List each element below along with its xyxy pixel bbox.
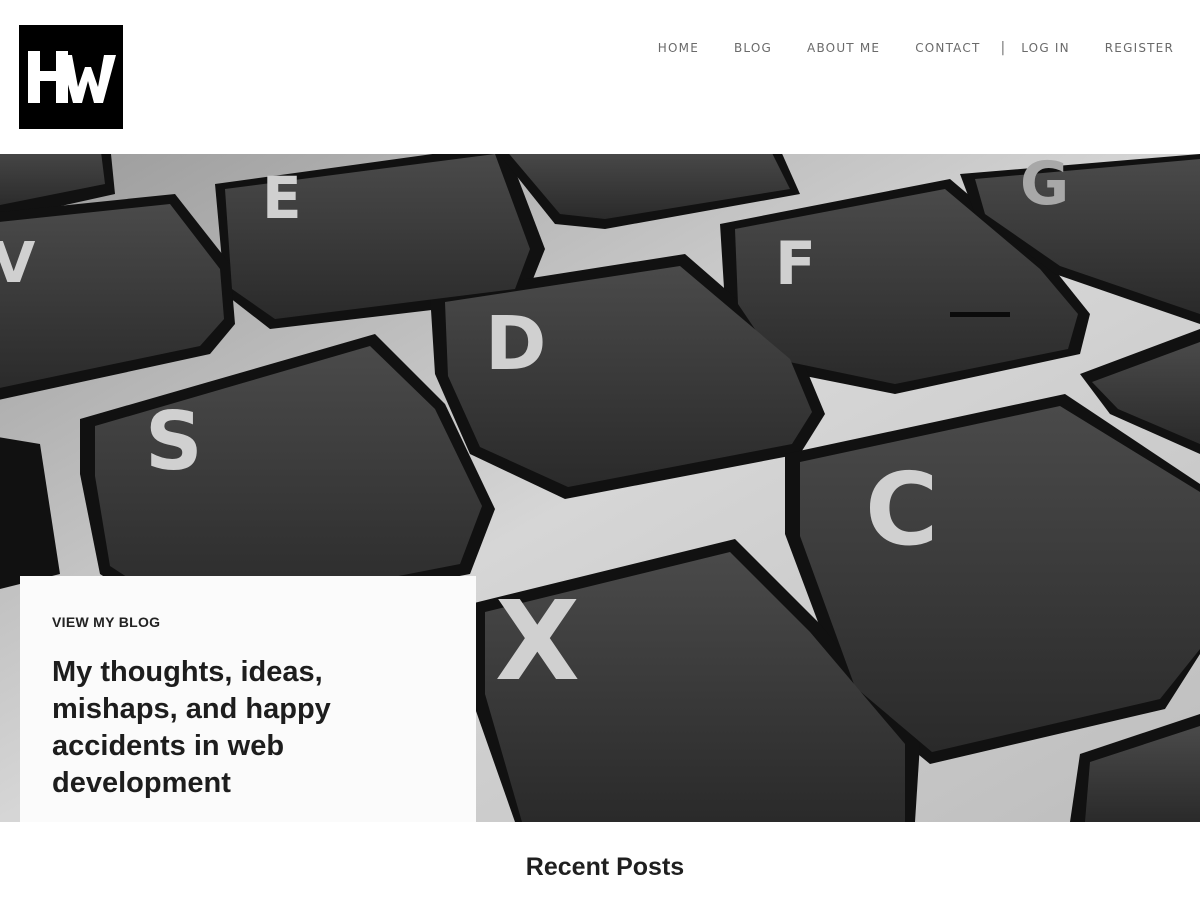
nav-login[interactable]: LOG IN <box>1021 40 1070 56</box>
view-blog-link[interactable]: VIEW MY BLOG <box>52 614 444 630</box>
nav-separator: | <box>1000 40 1006 56</box>
nav-register[interactable]: REGISTER <box>1105 40 1174 56</box>
key-g-glyph: G <box>1020 154 1069 219</box>
blog-promo-card: VIEW MY BLOG My thoughts, ideas, mishaps… <box>20 576 476 822</box>
hero-headline: My thoughts, ideas, mishaps, and happy a… <box>52 656 331 799</box>
nav-about-me[interactable]: ABOUT ME <box>807 40 880 56</box>
nav-contact[interactable]: CONTACT <box>915 40 980 56</box>
nav-home[interactable]: HOME <box>658 40 699 56</box>
key-f-glyph: F <box>775 229 816 299</box>
key-v-glyph: V <box>0 231 36 296</box>
key-e-glyph: E <box>262 164 302 232</box>
site-logo[interactable] <box>19 25 123 129</box>
key-x-glyph: X <box>495 577 580 705</box>
hw-logo-icon <box>19 25 123 129</box>
key-c-glyph: C <box>865 451 938 568</box>
key-d-glyph: D <box>485 301 546 387</box>
site-header: HOME BLOG ABOUT ME CONTACT | LOG IN REGI… <box>0 0 1200 154</box>
nav-blog[interactable]: BLOG <box>734 40 772 56</box>
key-s-glyph: S <box>145 395 203 488</box>
recent-posts-heading: Recent Posts <box>525 853 685 881</box>
main-nav: HOME BLOG ABOUT ME CONTACT | LOG IN REGI… <box>658 40 1174 56</box>
hero-banner: E V F G D S C X VIEW MY BLOG My thoughts… <box>0 154 1200 822</box>
